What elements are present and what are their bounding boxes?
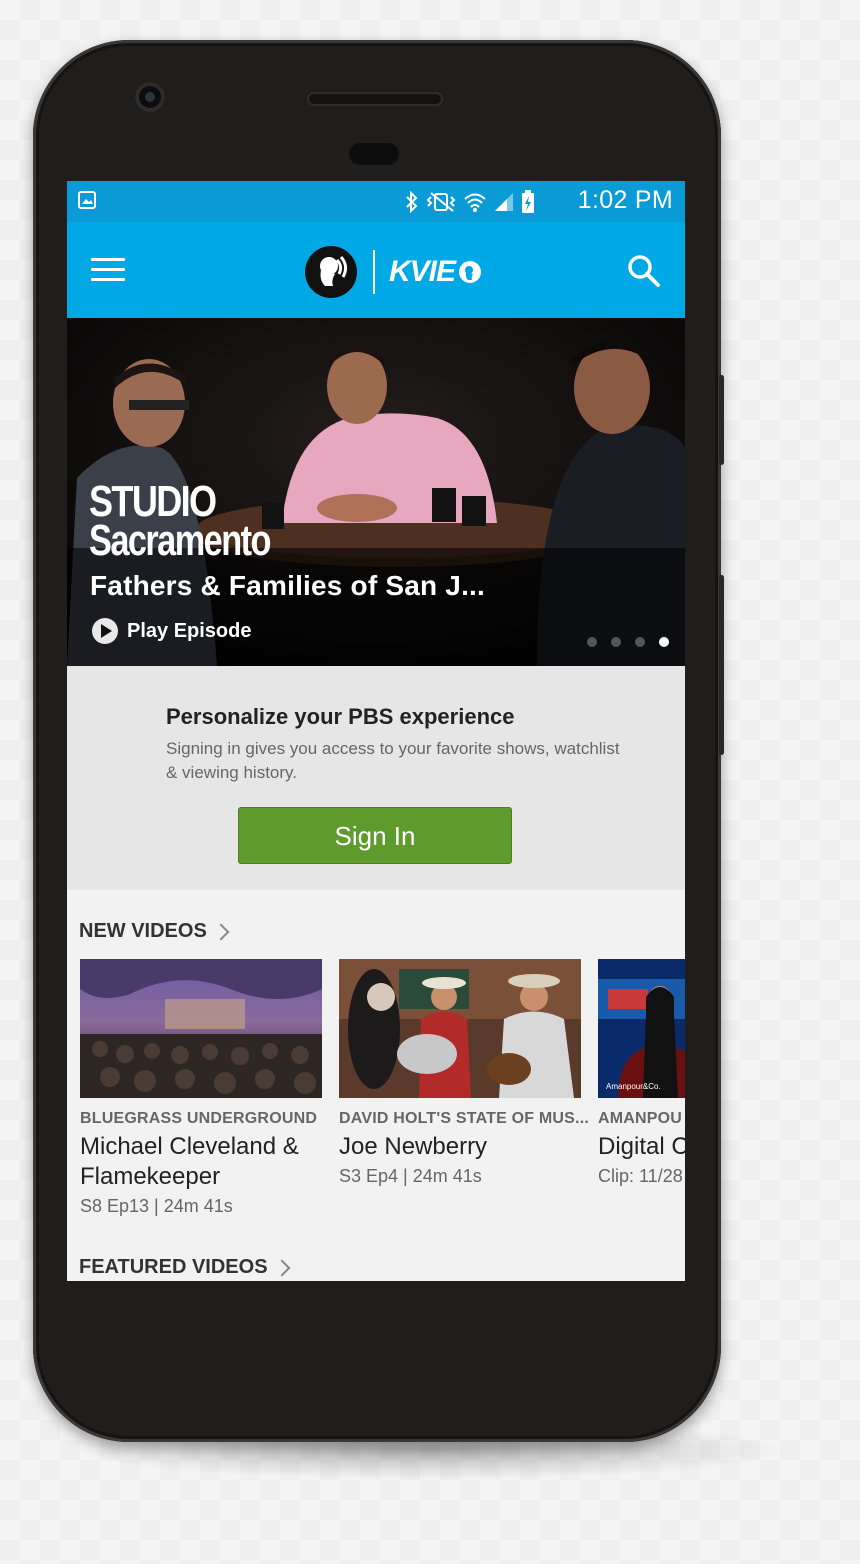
chevron-right-icon	[212, 923, 230, 940]
earpiece-speaker	[307, 92, 443, 106]
thumbnail-watermark: Amanpour&Co.	[606, 1082, 661, 1091]
episode-title[interactable]: Michael Cleveland & Flamekeeper	[80, 1132, 322, 1192]
carousel-dot[interactable]	[587, 637, 597, 647]
show-name: DAVID HOLT'S STATE OF MUS...	[339, 1110, 589, 1127]
bluetooth-icon	[406, 191, 418, 213]
brand-wordmark: KVIE	[389, 255, 456, 288]
image-icon	[78, 191, 96, 209]
status-bar: 1:02 PM	[67, 181, 685, 222]
proximity-sensor	[349, 143, 399, 165]
station-logo: KVIE	[305, 246, 483, 298]
video-card[interactable]: Amanpour&Co. AMANPOU Digital C Marron Cl…	[598, 959, 685, 1187]
signal-icon	[495, 193, 513, 211]
play-icon	[92, 618, 118, 644]
play-episode-button[interactable]: Play Episode	[92, 618, 252, 644]
vibrate-icon	[426, 192, 456, 212]
personalize-panel: Personalize your PBS experience Signing …	[67, 666, 685, 890]
video-card[interactable]: BLUEGRASS UNDERGROUND Michael Cleveland …	[80, 959, 322, 1217]
logo-divider	[373, 250, 375, 294]
hamburger-icon[interactable]	[91, 258, 125, 284]
video-card[interactable]: DAVID HOLT'S STATE OF MUS... Joe Newberr…	[339, 959, 589, 1187]
carousel-dot-active[interactable]	[659, 637, 669, 647]
carousel-dot[interactable]	[635, 637, 645, 647]
featured-videos-heading[interactable]: FEATURED VIDEOS	[79, 1256, 291, 1279]
play-episode-label: Play Episode	[127, 619, 252, 642]
search-icon[interactable]	[627, 254, 661, 288]
video-thumbnail[interactable]	[80, 959, 322, 1098]
sign-in-button[interactable]: Sign In	[238, 807, 512, 864]
show-name: BLUEGRASS UNDERGROUND	[80, 1110, 318, 1127]
episode-meta: S3 Ep4 | 24m 41s	[339, 1166, 482, 1186]
new-videos-heading[interactable]: NEW VIDEOS	[79, 920, 230, 943]
show-logo: STUDIO Sacramento	[89, 477, 271, 565]
battery-icon	[522, 190, 534, 213]
app-screen: 1:02 PM KVIE STUDIO Sacramento Fathers &…	[67, 181, 685, 1281]
pbs-logo-icon	[305, 246, 357, 298]
featured-videos-label: FEATURED VIDEOS	[79, 1256, 268, 1278]
hero-carousel[interactable]: STUDIO Sacramento Fathers & Families of …	[67, 318, 685, 666]
volume-button	[719, 375, 724, 465]
status-time: 1:02 PM	[577, 186, 673, 214]
episode-title[interactable]: Joe Newberry	[339, 1132, 581, 1162]
video-thumbnail[interactable]	[339, 959, 581, 1098]
carousel-dot[interactable]	[611, 637, 621, 647]
front-camera	[135, 82, 165, 112]
video-thumbnail[interactable]: Amanpour&Co.	[598, 959, 685, 1098]
carousel-indicator	[587, 637, 669, 647]
personalize-title: Personalize your PBS experience	[166, 704, 515, 729]
episode-meta: Clip: 11/28	[598, 1166, 683, 1186]
pbs-small-icon	[459, 261, 482, 283]
status-icons	[405, 190, 535, 214]
personalize-subtitle: Signing in gives you access to your favo…	[166, 739, 620, 782]
wifi-icon	[464, 193, 486, 212]
new-videos-label: NEW VIDEOS	[79, 920, 207, 942]
episode-title[interactable]: Digital C Marron	[598, 1132, 685, 1162]
power-button	[719, 575, 724, 755]
chevron-right-icon	[273, 1259, 291, 1276]
hero-title[interactable]: Fathers & Families of San J...	[90, 570, 485, 602]
show-name: AMANPOU	[598, 1110, 683, 1127]
app-bar: KVIE	[67, 222, 685, 318]
episode-meta: S8 Ep13 | 24m 41s	[80, 1196, 233, 1216]
